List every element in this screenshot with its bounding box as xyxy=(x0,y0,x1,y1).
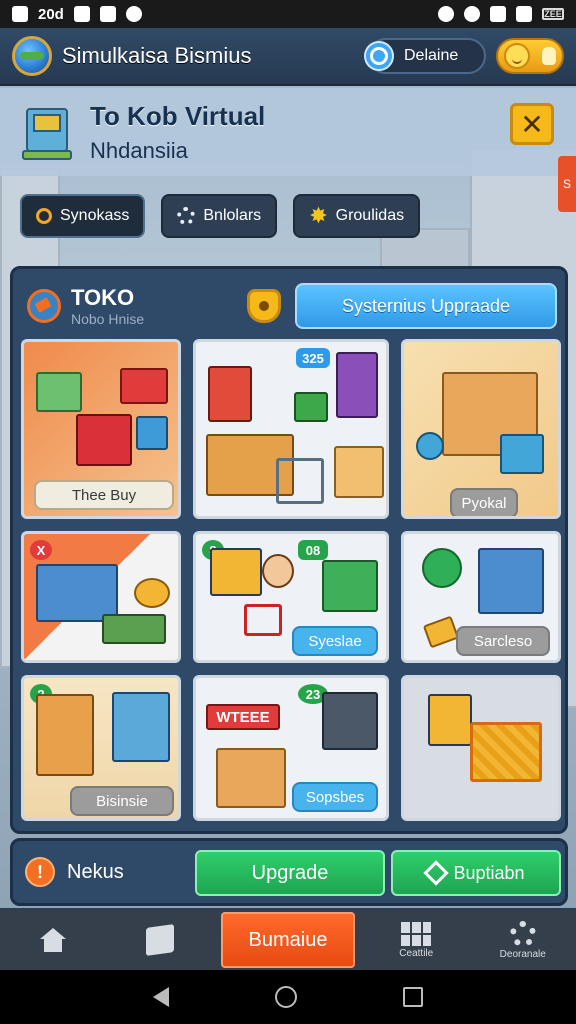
card-badge: 08 xyxy=(298,540,328,560)
gear-icon xyxy=(177,207,196,225)
card-label: Syeslae xyxy=(292,626,378,656)
store-item-grid: Thee Buy 325 Pyokal X 8 08 xyxy=(21,339,561,823)
profile-button[interactable] xyxy=(496,38,564,74)
card-label: Bisinsie xyxy=(70,786,174,816)
info-icon[interactable]: ! xyxy=(25,857,55,887)
chip-label: Groulidas xyxy=(335,207,405,224)
card-label: Thee Buy xyxy=(34,480,174,510)
sync-icon xyxy=(464,6,480,22)
duplicate-button[interactable]: Buptiabn xyxy=(391,850,561,896)
chip-settings[interactable]: Bnlolars xyxy=(161,194,278,238)
action-row: ! Nekus Upgrade Buptiabn xyxy=(10,838,568,906)
status-time: 20d xyxy=(38,5,64,23)
app-title: Simulkaisa Bismius xyxy=(62,43,252,68)
filter-chips: Synokass Bnlolars ✸ Groulidas xyxy=(20,194,421,238)
chip-label: Bnlolars xyxy=(203,207,262,224)
alarm-icon xyxy=(438,6,454,22)
close-button[interactable]: ✕ xyxy=(510,103,554,145)
status-bar: 20d ZEE xyxy=(0,0,576,28)
system-nav-bar xyxy=(0,970,576,1024)
store-card[interactable]: X xyxy=(21,531,181,663)
store-card[interactable]: Sarcleso xyxy=(401,531,561,663)
page-subtitle: Nhdansiia xyxy=(90,137,188,163)
upgrade-button[interactable]: Upgrade xyxy=(195,850,385,896)
search-icon xyxy=(364,41,394,71)
store-card[interactable]: Thee Buy xyxy=(21,339,181,519)
card-sign: WTEEE xyxy=(206,704,280,730)
notification-icon xyxy=(12,6,28,22)
search-icon xyxy=(36,208,52,224)
duplicate-label: Buptiabn xyxy=(453,862,525,883)
bottom-nav: Bumaiue Ceattile Deoranale xyxy=(0,910,576,970)
nav-inventory[interactable] xyxy=(107,910,214,970)
side-tab[interactable]: S xyxy=(558,156,576,212)
info-label: Nekus xyxy=(67,860,124,883)
back-icon[interactable] xyxy=(153,987,169,1007)
kiosk-icon xyxy=(22,102,74,162)
title-panel: To Kob Virtual Nhdansiia ✕ xyxy=(0,88,576,176)
store-card[interactable]: 2 Bisinsie xyxy=(21,675,181,821)
chip-search[interactable]: Synokass xyxy=(20,194,146,238)
globe-icon xyxy=(12,36,52,76)
shield-icon[interactable] xyxy=(247,289,281,323)
smiley-icon xyxy=(504,43,530,69)
home-circle-icon[interactable] xyxy=(275,986,297,1008)
search-button[interactable]: Delaine xyxy=(364,38,486,74)
wifi-icon xyxy=(490,6,506,22)
store-card[interactable] xyxy=(401,675,561,821)
card-label: Sarcleso xyxy=(456,626,550,656)
chip-featured[interactable]: ✸ Groulidas xyxy=(293,194,421,238)
photo-icon xyxy=(99,6,116,22)
star-icon: ✸ xyxy=(309,203,328,228)
card-badge: X xyxy=(30,540,52,560)
system-upgrade-button[interactable]: Systernius Uppraade xyxy=(295,283,557,329)
store-card[interactable]: 8 08 Syeslae xyxy=(193,531,389,663)
store-title: TOKO xyxy=(71,285,135,310)
gear-icon xyxy=(509,920,536,947)
store-panel: TOKO Nobo Hnise Systernius Uppraade Thee… xyxy=(10,266,568,834)
app-header: Simulkaisa Bismius Delaine xyxy=(0,28,576,86)
card-badge: 325 xyxy=(296,348,330,368)
nav-label: Deoranale xyxy=(499,948,546,960)
nav-business-button[interactable]: Bumaiue xyxy=(221,912,355,968)
recent-apps-icon[interactable] xyxy=(403,987,423,1007)
nav-settings[interactable]: Deoranale xyxy=(470,910,576,970)
search-label: Delaine xyxy=(404,47,459,64)
chip-label: Synokass xyxy=(60,207,130,224)
store-card[interactable]: 325 xyxy=(193,339,389,519)
store-card[interactable]: Pyokal xyxy=(401,339,561,519)
nav-home[interactable] xyxy=(0,910,107,970)
card-label: Sopsbes xyxy=(292,782,378,812)
store-card[interactable]: 23 WTEEE Sopsbes xyxy=(193,675,389,821)
home-icon xyxy=(40,928,67,952)
page-title: To Kob Virtual xyxy=(90,100,266,131)
location-icon xyxy=(125,6,142,22)
box-icon xyxy=(145,924,174,956)
nav-label: Ceattile xyxy=(399,947,434,959)
buildings-icon xyxy=(401,921,432,946)
battery-icon: ZEE xyxy=(542,8,564,20)
hand-icon xyxy=(542,47,556,65)
message-icon xyxy=(73,6,90,22)
store-logo-icon xyxy=(27,289,61,323)
nav-buildings[interactable]: Ceattile xyxy=(363,910,470,970)
store-subtitle: Nobo Hnise xyxy=(71,311,145,327)
cube-icon xyxy=(423,860,450,886)
card-label: Pyokal xyxy=(450,488,518,516)
signal-icon xyxy=(516,6,532,22)
